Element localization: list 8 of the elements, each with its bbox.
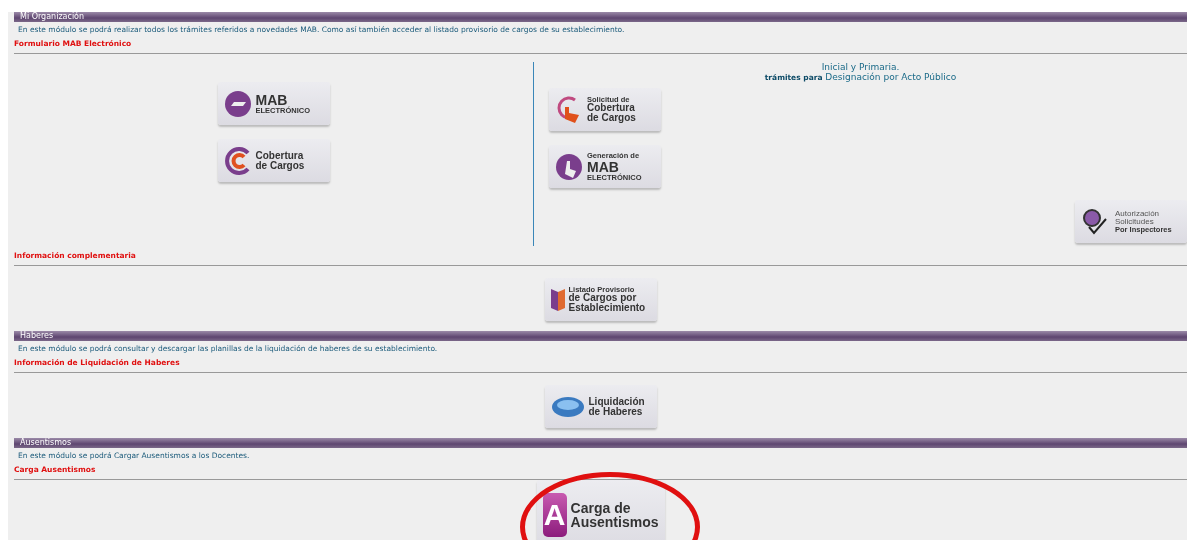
module-button[interactable]: Liquidación de Haberes: [544, 385, 657, 428]
module-button[interactable]: Cobertura de Cargos: [217, 139, 330, 182]
heading-text: Inicial y Primaria.: [820, 62, 901, 72]
book-icon: [550, 288, 565, 311]
section-header: Haberes: [14, 331, 1187, 341]
section-header: Mi Organización: [14, 12, 1187, 22]
section-header: Ausentismos: [14, 438, 1187, 448]
arcs-icon: [223, 146, 252, 175]
